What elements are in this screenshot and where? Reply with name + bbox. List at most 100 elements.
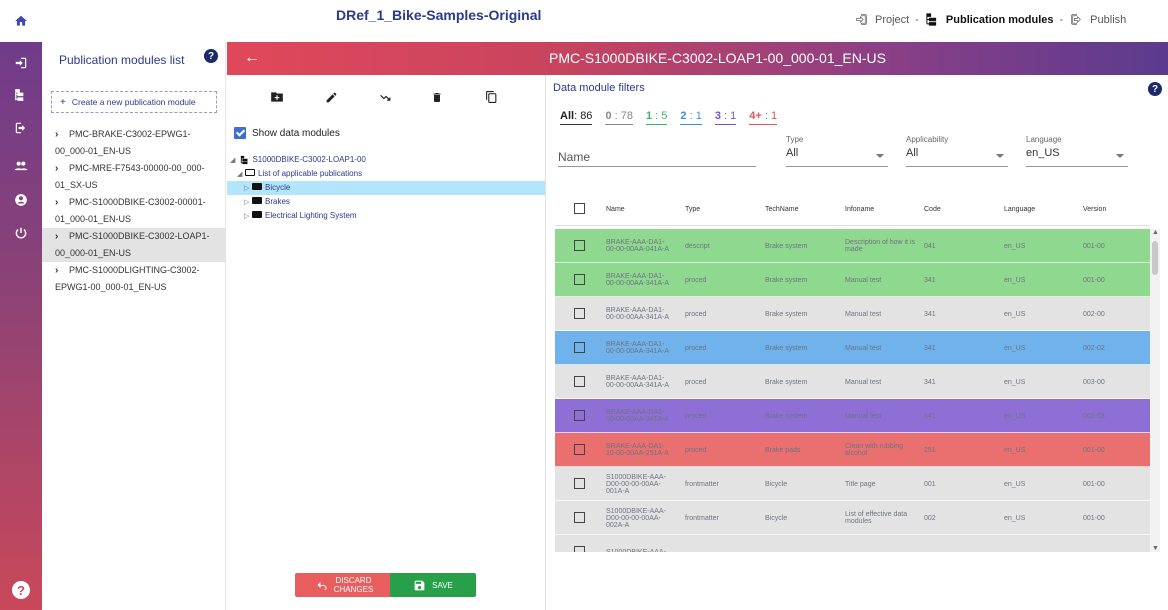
select-all-checkbox[interactable] (574, 203, 585, 214)
power-button[interactable] (0, 219, 42, 247)
tree-node-brakes[interactable]: ▷ Brakes (227, 195, 545, 209)
save-button[interactable]: SAVE (390, 573, 476, 597)
column-header[interactable]: Code (924, 192, 941, 226)
scroll-up-icon[interactable]: ▲ (1152, 229, 1159, 236)
filter-tab[interactable]: 0 : 78 (605, 110, 633, 125)
column-header[interactable]: Version (1083, 192, 1106, 226)
home-button[interactable] (0, 0, 42, 42)
row-checkbox[interactable] (574, 308, 585, 319)
table-row[interactable]: S1000DBIKE-AAA-D00-00-00-00AA-002A-A fron… (555, 501, 1150, 535)
row-checkbox[interactable] (574, 410, 585, 421)
scroll-down-icon[interactable]: ▼ (1152, 545, 1159, 552)
applicability-filter-select[interactable]: Applicability All (906, 135, 1008, 167)
checkbox[interactable] (234, 127, 246, 139)
column-header[interactable]: TechName (765, 192, 798, 226)
filter-tab[interactable]: 3 : 1 (714, 110, 737, 125)
row-checkbox[interactable] (574, 342, 585, 353)
expand-icon[interactable]: ▷ (244, 210, 252, 224)
table-cell-lang: en_US (1004, 480, 1026, 488)
collapse-icon[interactable]: ◢ (230, 154, 238, 168)
list-item[interactable]: › PMC-MRE-F7543-00000-00_000-01_SX-US (42, 160, 226, 194)
language-filter-select[interactable]: Language en_US (1026, 135, 1128, 167)
type-filter-select[interactable]: Type All (786, 135, 888, 167)
table-cell-info: Manual test (845, 412, 882, 420)
table-scrollbar[interactable]: ▲ ▼ (1150, 229, 1160, 552)
tree-node-electrical-lighting[interactable]: ▷ Electrical Lighting System (227, 209, 545, 223)
power-icon (15, 227, 27, 239)
table-row[interactable]: BRAKE-AAA-DA1-00-00-00AA-341A-A proced Bra… (555, 399, 1150, 433)
table-row[interactable]: S1000DBIKE-AAA- (555, 535, 1150, 552)
row-checkbox[interactable] (574, 274, 585, 285)
crumb-publication-modules[interactable]: Publication modules (925, 12, 1054, 27)
list-item[interactable]: › PMC-S1000DBIKE-C3002-00001-01_000-01_EN… (42, 194, 226, 228)
expand-icon[interactable]: ▷ (244, 196, 252, 210)
new-folder-icon (271, 92, 283, 102)
table-cell-info: Title page (845, 480, 876, 488)
filter-tab[interactable]: 4+ : 1 (749, 110, 778, 125)
scrollbar-thumb[interactable] (1152, 241, 1158, 275)
tree-node-list[interactable]: ◢ List of applicable publications (227, 167, 545, 181)
row-checkbox[interactable] (574, 376, 585, 387)
table-row[interactable]: BRAKE-AAA-DA1-00-00-00AA-341A-A proced Bra… (555, 297, 1150, 331)
copy-button[interactable] (481, 87, 501, 107)
help-icon[interactable]: ? (1148, 82, 1162, 96)
row-checkbox[interactable] (574, 512, 585, 523)
column-header[interactable]: Infoname (845, 192, 874, 226)
account-button[interactable] (0, 186, 42, 214)
create-publication-module-button[interactable]: + Create a new publication module (51, 91, 217, 113)
discard-label-line1: DISCARD (335, 576, 372, 585)
nav-rail: ? (0, 0, 42, 610)
delete-button[interactable] (427, 87, 447, 107)
filter-tab[interactable]: All: 86 (560, 110, 593, 125)
login-button[interactable] (0, 49, 42, 77)
row-checkbox[interactable] (574, 478, 585, 489)
table-row[interactable]: BRAKE-AAA-DA1-10-00-00AA-251A-A proced Bra… (555, 433, 1150, 467)
list-item[interactable]: › PMC-BRAKE-C3002-EPWG1-00_000-01_EN-US (42, 126, 226, 160)
table-cell-lang (1004, 535, 1064, 552)
name-filter-input[interactable]: Name (558, 147, 756, 167)
column-header[interactable]: Type (685, 192, 700, 226)
logout-button[interactable] (0, 114, 42, 142)
table-row[interactable]: S1000DBIKE-AAA-D00-00-00-00AA-001A-A fron… (555, 467, 1150, 501)
filter-tab[interactable]: 2 : 1 (680, 110, 702, 125)
chevron-right-icon: › (55, 265, 59, 276)
row-checkbox[interactable] (574, 240, 585, 251)
back-arrow-icon[interactable]: ← (244, 50, 260, 66)
table-cell-ver: 001-00 (1083, 514, 1105, 522)
show-data-modules-label: Show data modules (252, 127, 340, 139)
table-row[interactable]: BRAKE-AAA-DA1-00-00-00AA-341A-A proced Bra… (555, 365, 1150, 399)
tree-node-bicycle[interactable]: ▷ Bicycle (227, 181, 545, 195)
filter-tab[interactable]: 1 : 5 (645, 110, 668, 125)
edit-button[interactable] (321, 87, 341, 107)
row-checkbox[interactable] (574, 546, 585, 552)
table-row[interactable]: BRAKE-AAA-DA1-00-00-00AA-341A-A proced Bra… (555, 331, 1150, 365)
table-row[interactable]: BRAKE-AAA-DA1-00-00-00AA-041A-A descript B… (555, 229, 1150, 263)
row-checkbox[interactable] (574, 444, 585, 455)
table-cell-tech (765, 535, 835, 552)
discard-label-line2: CHANGES (333, 585, 374, 594)
crumb-publish[interactable]: Publish (1069, 13, 1126, 26)
column-header[interactable]: Language (1004, 192, 1035, 226)
logout-icon (15, 122, 26, 134)
route-button[interactable] (375, 87, 395, 107)
tree-root[interactable]: ◢ S1000DBIKE-C3002-LOAP1-00 (227, 153, 545, 167)
table-cell-ver: 003-03 (1083, 412, 1105, 420)
table-row[interactable]: BRAKE-AAA-DA1-00-00-00AA-341A-A proced Bra… (555, 263, 1150, 297)
expand-icon[interactable]: ▷ (244, 182, 252, 196)
table-cell-code: 341 (924, 310, 936, 318)
crumb-project[interactable]: Project (854, 13, 909, 26)
new-folder-button[interactable] (267, 87, 287, 107)
list-item[interactable]: › PMC-S1000DLIGHTING-C3002-EPWG1-00_000-0… (42, 262, 226, 296)
collapse-icon[interactable]: ◢ (237, 168, 245, 182)
show-data-modules-toggle[interactable]: Show data modules (234, 127, 340, 139)
filter-tab-key: All (560, 110, 575, 122)
help-icon[interactable]: ? (204, 49, 218, 63)
help-button[interactable]: ? (0, 576, 42, 604)
users-button[interactable] (0, 152, 42, 180)
help-icon: ? (12, 581, 30, 599)
list-item[interactable]: › PMC-S1000DBIKE-C3002-LOAP1-00_000-01_EN… (42, 228, 226, 262)
column-header[interactable]: Name (606, 192, 625, 226)
discard-changes-button[interactable]: DISCARD CHANGES (295, 573, 394, 597)
tree-button[interactable] (0, 81, 42, 109)
filter-tab-count: 86 (580, 110, 593, 122)
